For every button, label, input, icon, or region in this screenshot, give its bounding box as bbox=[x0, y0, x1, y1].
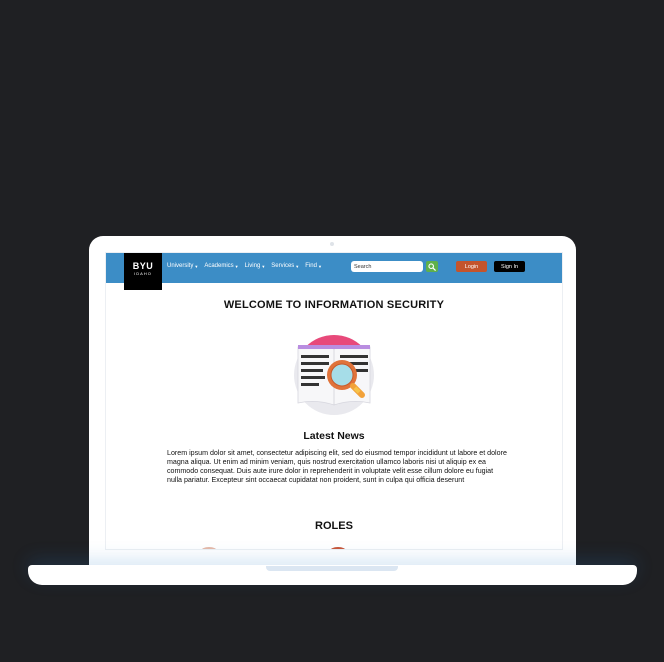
logo-main-text: BYU bbox=[132, 261, 154, 271]
nav-item-label: Find bbox=[305, 263, 317, 269]
search-icon bbox=[428, 262, 436, 271]
laptop-screen: BYU IDAHO University ▼ Academics ▼ Livin… bbox=[105, 252, 563, 550]
nav-item-label: Academics bbox=[204, 263, 234, 269]
nav-item-living[interactable]: Living ▼ bbox=[245, 263, 266, 269]
byu-idaho-logo[interactable]: BYU IDAHO bbox=[124, 253, 162, 290]
caret-down-icon: ▼ bbox=[261, 263, 266, 269]
caret-down-icon: ▼ bbox=[317, 263, 322, 269]
sign-in-button[interactable]: Sign In bbox=[494, 261, 525, 272]
nav-menu: University ▼ Academics ▼ Living ▼ Servic… bbox=[167, 263, 328, 269]
laptop-lid: BYU IDAHO University ▼ Academics ▼ Livin… bbox=[89, 236, 576, 568]
nav-item-label: University bbox=[167, 263, 194, 269]
search-input[interactable] bbox=[351, 261, 423, 272]
caret-down-icon: ▼ bbox=[234, 263, 239, 269]
role-card-peek bbox=[330, 547, 346, 549]
page-title: WELCOME TO INFORMATION SECURITY bbox=[223, 299, 445, 311]
document-magnifier-icon bbox=[294, 335, 374, 415]
login-button[interactable]: Login bbox=[456, 261, 487, 272]
roles-heading: ROLES bbox=[315, 520, 353, 532]
nav-item-university[interactable]: University ▼ bbox=[167, 263, 198, 269]
role-card-peek bbox=[201, 547, 217, 549]
nav-item-academics[interactable]: Academics ▼ bbox=[204, 263, 238, 269]
nav-item-label: Living bbox=[244, 263, 261, 269]
laptop-base-notch bbox=[266, 566, 398, 571]
search-button[interactable] bbox=[426, 261, 438, 272]
latest-news-body: Lorem ipsum dolor sit amet, consectetur … bbox=[167, 449, 507, 484]
camera-dot bbox=[330, 242, 334, 246]
caret-down-icon: ▼ bbox=[295, 263, 300, 269]
nav-item-services[interactable]: Services ▼ bbox=[271, 263, 299, 269]
top-navbar: BYU IDAHO University ▼ Academics ▼ Livin… bbox=[106, 253, 562, 290]
nav-item-find[interactable]: Find ▼ bbox=[305, 263, 322, 269]
caret-down-icon: ▼ bbox=[194, 263, 199, 269]
logo-sub-text: IDAHO bbox=[134, 271, 152, 276]
laptop-base bbox=[28, 565, 637, 585]
nav-item-label: Services bbox=[271, 263, 295, 269]
latest-news-heading: Latest News bbox=[303, 430, 365, 442]
